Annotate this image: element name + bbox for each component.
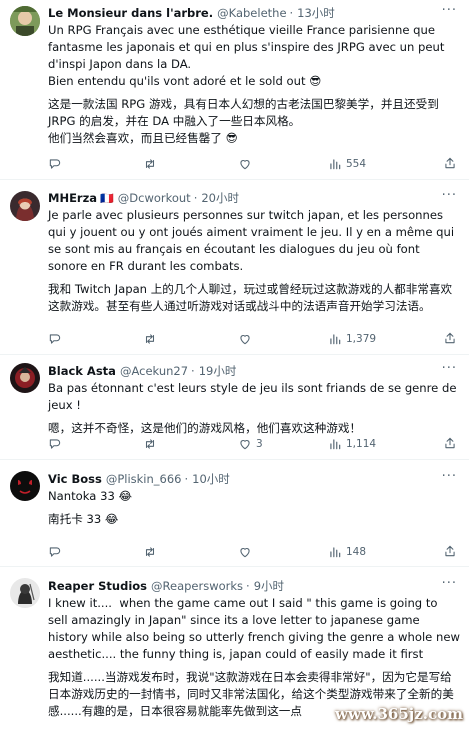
views-button[interactable]: 1,114 (328, 437, 376, 451)
author-name[interactable]: Vic Boss (48, 472, 102, 486)
like-button[interactable]: 3 (238, 437, 263, 451)
tweet-card[interactable]: Black Asta @Acekun27 · 19小时 ··· Ba pas é… (0, 355, 469, 460)
tweet-body: Un RPG Français avec une esthétique viei… (48, 22, 460, 147)
separator-dot: · (193, 191, 198, 205)
reply-icon (49, 334, 61, 344)
reply-button[interactable] (48, 437, 62, 451)
author-handle[interactable]: @Dcworkout (118, 191, 191, 205)
author-handle[interactable]: @Acekun27 (120, 364, 188, 378)
tweet-card[interactable]: Reaper Studios @Reapersworks · 9小时 ··· I… (0, 567, 469, 729)
reply-button[interactable] (48, 157, 62, 171)
retweet-icon (145, 159, 155, 169)
heart-icon (240, 548, 250, 558)
share-button[interactable] (443, 156, 457, 173)
author-handle[interactable]: @Pliskin_666 (106, 472, 182, 486)
tweet-card[interactable]: MHErza 🇫🇷 @Dcworkout · 20小时 ··· Je parle… (0, 180, 469, 355)
tweet-text-original: Je parle avec plusieurs personnes sur tw… (48, 208, 458, 273)
reply-icon (49, 547, 61, 557)
avatar[interactable] (10, 578, 40, 608)
views-count: 1,114 (346, 438, 377, 450)
more-icon[interactable]: ··· (442, 361, 457, 376)
flag-france-icon: 🇫🇷 (100, 191, 114, 205)
author-handle[interactable]: @Kabelethe (217, 6, 286, 20)
tweet-text-original: Nantoka 33 😂 (48, 489, 133, 503)
action-bar: 148 (48, 543, 455, 561)
avatar[interactable] (10, 6, 40, 36)
retweet-icon (145, 547, 155, 557)
share-button[interactable] (443, 436, 457, 453)
views-chart-icon (330, 159, 341, 170)
tweet-text-original: Ba pas étonnant c'est leurs style de jeu… (48, 381, 461, 412)
like-button[interactable] (238, 332, 252, 346)
views-count: 1,379 (346, 333, 377, 345)
action-bar: 554 (48, 155, 455, 173)
views-count: 554 (346, 158, 367, 170)
avatar[interactable] (10, 363, 40, 393)
separator-dot: · (246, 579, 250, 593)
share-icon (445, 332, 455, 343)
more-icon[interactable]: ··· (442, 576, 457, 591)
author-name[interactable]: Le Monsieur dans l'arbre. (48, 6, 213, 20)
tweet-card[interactable]: Vic Boss @Pliskin_666 · 10小时 ··· Nantoka… (0, 460, 469, 567)
retweet-button[interactable] (143, 545, 157, 559)
share-icon (445, 545, 455, 556)
author-name[interactable]: Black Asta (48, 364, 116, 378)
timestamp[interactable]: 10小时 (192, 471, 230, 487)
more-icon[interactable]: ··· (442, 469, 457, 484)
tweet-text-translation: 我和 Twitch Japan 上的几个人聊过，玩过或曾经玩过这款游戏的人都非常… (48, 282, 453, 313)
tweet-text-original: Un RPG Français avec une esthétique viei… (48, 23, 445, 88)
like-button[interactable] (238, 157, 252, 171)
reply-button[interactable] (48, 332, 62, 346)
timestamp[interactable]: 19小时 (199, 363, 237, 379)
reply-icon (49, 439, 61, 449)
tweet-text-original: I knew it.... when the game came out I s… (48, 596, 464, 661)
share-icon (445, 157, 455, 168)
tweet-text-translation: 这是一款法国 RPG 游戏，具有日本人幻想的古老法国巴黎美学，并且还受到 JRP… (48, 97, 439, 145)
retweet-button[interactable] (143, 332, 157, 346)
timestamp[interactable]: 9小时 (254, 578, 284, 594)
tweet-text-translation: 南托卡 33 😂 (48, 512, 119, 526)
tweet-body: Nantoka 33 😂 南托卡 33 😂 (48, 488, 460, 528)
tweet-card[interactable]: Le Monsieur dans l'arbre. @Kabelethe · 1… (0, 0, 469, 180)
tweet-body: Je parle avec plusieurs personnes sur tw… (48, 207, 460, 315)
watermark: www.365jz.com (335, 705, 463, 723)
timestamp[interactable]: 20小时 (201, 190, 239, 206)
author-name[interactable]: Reaper Studios (48, 579, 147, 593)
avatar[interactable] (10, 191, 40, 221)
retweet-icon (145, 334, 155, 344)
heart-icon (240, 160, 250, 170)
heart-icon (240, 440, 250, 450)
views-button[interactable]: 1,379 (328, 332, 376, 346)
action-bar: 1,379 (48, 330, 455, 348)
reply-button[interactable] (48, 545, 62, 559)
reply-icon (49, 159, 61, 169)
retweet-button[interactable] (143, 437, 157, 451)
separator-dot: · (191, 364, 195, 378)
views-chart-icon (330, 334, 341, 345)
separator-dot: · (184, 472, 189, 486)
views-chart-icon (330, 547, 341, 558)
retweet-button[interactable] (143, 157, 157, 171)
more-icon[interactable]: ··· (442, 3, 457, 18)
share-button[interactable] (443, 331, 457, 348)
heart-icon (240, 335, 250, 345)
like-button[interactable] (238, 545, 252, 559)
views-button[interactable]: 148 (328, 545, 366, 559)
author-handle[interactable]: @Reapersworks (151, 579, 243, 593)
separator-dot: · (289, 6, 294, 20)
views-button[interactable]: 554 (328, 157, 366, 171)
share-button[interactable] (443, 544, 457, 561)
action-bar: 3 1,114 (48, 435, 455, 453)
views-count: 148 (346, 546, 367, 558)
likes-count: 3 (256, 438, 263, 450)
more-icon[interactable]: ··· (442, 188, 457, 203)
views-chart-icon (330, 439, 341, 450)
timestamp[interactable]: 13小时 (297, 5, 335, 21)
tweet-body: I knew it.... when the game came out I s… (48, 595, 460, 720)
tweet-body: Ba pas étonnant c'est leurs style de jeu… (48, 380, 460, 437)
avatar[interactable] (10, 471, 40, 501)
author-name[interactable]: MHErza (48, 191, 97, 205)
share-icon (445, 437, 455, 448)
retweet-icon (145, 439, 155, 449)
